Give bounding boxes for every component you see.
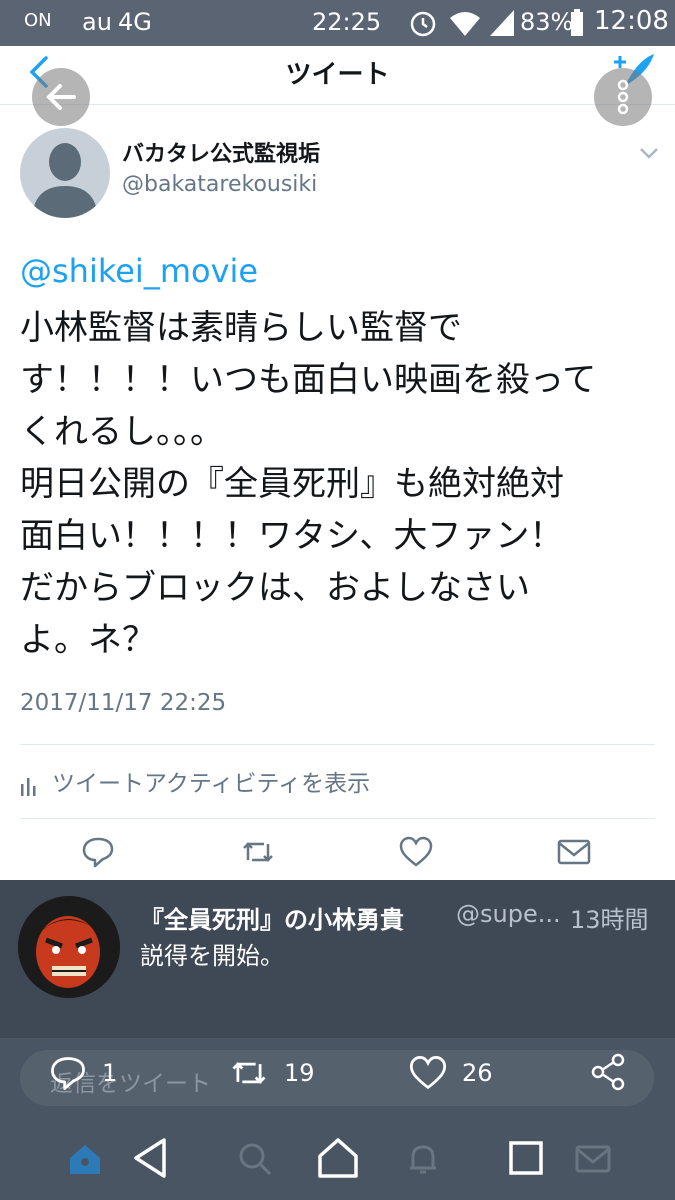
dm-icon[interactable]	[556, 834, 592, 870]
analytics-icon	[21, 777, 36, 796]
angry-face-avatar-icon	[18, 896, 120, 998]
battery-icon	[571, 9, 583, 36]
app-bar: ツイート	[0, 46, 675, 105]
android-recents-icon[interactable]	[506, 1138, 546, 1178]
tweet-activity-label: ツイートアクティビティを表示	[52, 771, 371, 797]
wifi-icon	[450, 12, 480, 36]
tweet-line: 面白い！！！！ワタシ、大ファン！	[20, 516, 564, 556]
like-icon	[409, 1056, 447, 1090]
retweet-stat[interactable]: 19	[228, 1052, 315, 1094]
overlay-back-icon	[46, 84, 76, 110]
overlay-back-button[interactable]	[32, 68, 90, 126]
android-back-icon[interactable]	[130, 1134, 170, 1182]
tweet-line: だからブロックは、およしなさい	[20, 568, 530, 608]
like-icon[interactable]	[398, 834, 434, 870]
tweet-line: 小林監督は素晴らしい監督で	[20, 308, 462, 348]
alarm-icon	[410, 11, 436, 37]
page-title: ツイート	[285, 60, 390, 90]
mention-link[interactable]: @shikei_movie	[20, 252, 258, 290]
avatar[interactable]	[20, 128, 110, 218]
messages-icon[interactable]	[574, 1140, 612, 1178]
reply-count: 1	[102, 1059, 118, 1087]
tweet-line: す！！！！いつも面白い映画を殺って	[20, 360, 597, 400]
like-count: 26	[462, 1059, 493, 1087]
tweet-line: よ。ネ？	[20, 620, 156, 660]
notification-text: 説得を開始。	[140, 942, 284, 970]
overlay-menu-icon	[617, 79, 629, 115]
retweet-icon[interactable]	[240, 834, 276, 870]
home-icon[interactable]	[66, 1140, 104, 1178]
notification-banner[interactable]: 『全員死刑』の小林勇貴 @supe... 13時間 説得を開始。	[0, 880, 675, 1038]
time-right: 12:08	[594, 6, 669, 36]
notification-name: 『全員死刑』の小林勇貴	[140, 906, 404, 934]
default-avatar-icon	[32, 143, 98, 218]
tweet-line: 明日公開の『全員死刑』も絶対絶対	[20, 464, 564, 504]
retweet-count: 19	[284, 1059, 315, 1087]
time-left: 22:25	[312, 8, 382, 36]
like-stat[interactable]: 26	[408, 1052, 493, 1094]
user-handle[interactable]: @bakatarekousiki	[122, 172, 317, 197]
android-home-icon[interactable]	[316, 1134, 360, 1182]
search-icon[interactable]	[236, 1140, 274, 1178]
tweet-text: 小林監督は素晴らしい監督で す！！！！いつも面白い映画を殺って くれるし。。。 …	[20, 302, 660, 666]
reply-icon	[51, 1057, 85, 1090]
network-label: 4G	[118, 8, 152, 36]
reply-stat[interactable]: 1	[48, 1052, 117, 1094]
notification-handle: @supe...	[456, 900, 561, 928]
status-bar: ON au 4G 22:25 83% 12:08	[0, 0, 675, 46]
notification-avatar	[18, 896, 120, 998]
signal-icon	[490, 10, 514, 36]
chevron-down-icon[interactable]	[638, 146, 660, 160]
battery-label: 83%	[520, 8, 574, 36]
display-name[interactable]: バカタレ公式監視垢	[122, 136, 320, 168]
divider	[20, 744, 655, 745]
divider	[20, 818, 655, 819]
tweet-timestamp: 2017/11/17 22:25	[20, 690, 227, 716]
retweet-icon	[232, 1062, 266, 1084]
share-icon[interactable]	[588, 1052, 628, 1092]
notification-time: 13時間	[570, 906, 649, 934]
carrier-label: au	[82, 8, 112, 36]
notifications-icon[interactable]	[404, 1140, 442, 1178]
tweet-activity-link[interactable]: ツイートアクティビティを表示	[20, 764, 370, 798]
overlay-menu-button[interactable]	[594, 68, 652, 126]
tweet-line: くれるし。。。	[20, 412, 224, 452]
nfc-indicator: ON	[24, 10, 52, 31]
reply-icon[interactable]	[80, 834, 116, 870]
